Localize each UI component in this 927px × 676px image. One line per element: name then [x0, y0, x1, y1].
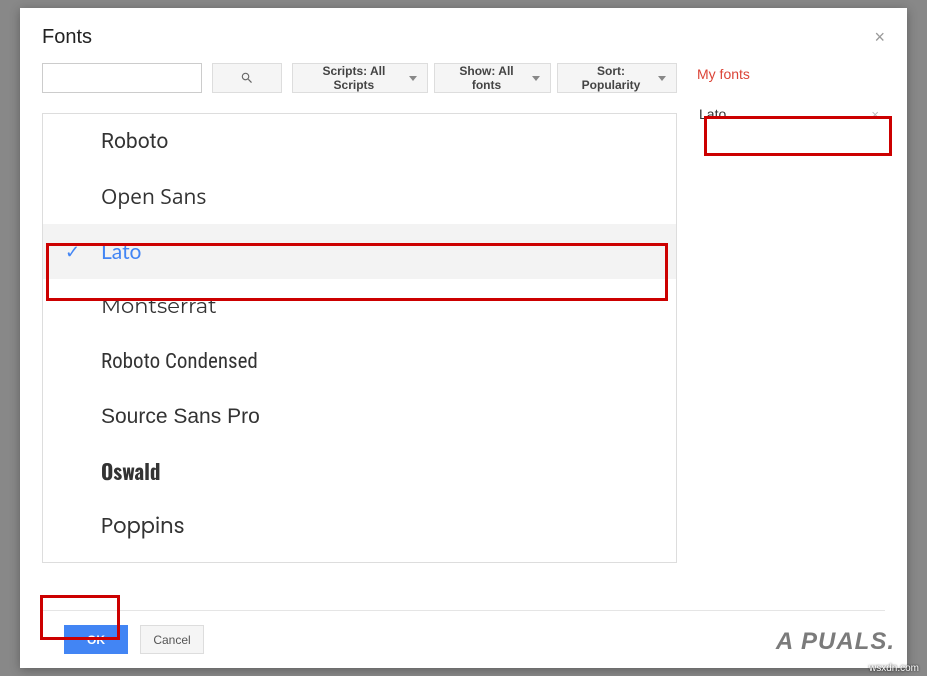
sort-filter-label: Sort: Popularity: [568, 64, 654, 92]
font-name-label: Source Sans Pro: [101, 405, 260, 429]
dialog-title: Fonts: [42, 26, 92, 49]
font-row[interactable]: Source Sans Pro: [43, 389, 676, 444]
fonts-dialog: Fonts × Scripts: All Scripts Show: [20, 8, 907, 668]
font-name-label: Montserrat: [101, 294, 217, 319]
font-row[interactable]: Roboto Condensed: [43, 334, 676, 389]
remove-font-icon[interactable]: ×: [871, 107, 879, 122]
font-row[interactable]: Montserrat: [43, 279, 676, 334]
brand-watermark: A PUALS.: [776, 628, 895, 656]
my-fonts-list: Lato ×: [697, 98, 885, 130]
sort-filter[interactable]: Sort: Popularity: [557, 63, 677, 93]
font-row[interactable]: Open Sans: [43, 169, 676, 224]
dialog-header: Fonts ×: [20, 8, 907, 63]
dropdown-arrow-icon: [409, 76, 417, 81]
close-button[interactable]: ×: [874, 27, 885, 48]
my-font-name: Lato: [699, 106, 726, 122]
font-row[interactable]: Oswald: [43, 444, 676, 499]
font-row[interactable]: ✓ Lato: [43, 224, 676, 279]
font-row[interactable]: Poppins: [43, 499, 676, 554]
font-name-label: Poppins: [101, 511, 185, 542]
font-name-label: Roboto Condensed: [101, 350, 258, 374]
search-input[interactable]: [42, 63, 202, 93]
check-icon: ✓: [65, 240, 80, 263]
cancel-button[interactable]: Cancel: [140, 625, 204, 654]
show-filter[interactable]: Show: All fonts: [434, 63, 551, 93]
search-icon: [240, 71, 254, 85]
filters: Scripts: All Scripts Show: All fonts Sor…: [292, 63, 677, 93]
font-row[interactable]: Roboto: [43, 114, 676, 169]
controls-row: Scripts: All Scripts Show: All fonts Sor…: [42, 63, 677, 93]
dropdown-arrow-icon: [658, 76, 666, 81]
dialog-footer: OK Cancel: [42, 610, 885, 668]
left-pane: Scripts: All Scripts Show: All fonts Sor…: [42, 63, 677, 563]
scripts-filter-label: Scripts: All Scripts: [303, 64, 405, 92]
ok-button[interactable]: OK: [64, 625, 128, 654]
my-fonts-heading: My fonts: [697, 66, 885, 82]
dropdown-arrow-icon: [532, 76, 540, 81]
font-name-label: Roboto: [101, 130, 168, 154]
right-pane: My fonts Lato ×: [697, 63, 885, 563]
site-watermark: wsxdn.com: [869, 663, 919, 674]
font-name-label: Open Sans: [101, 183, 206, 211]
font-name-label: Oswald: [101, 456, 160, 487]
font-name-label: Lato: [101, 239, 141, 264]
search-button[interactable]: [212, 63, 282, 93]
show-filter-label: Show: All fonts: [445, 64, 528, 92]
my-font-item[interactable]: Lato ×: [697, 98, 885, 130]
scripts-filter[interactable]: Scripts: All Scripts: [292, 63, 428, 93]
main-area: Scripts: All Scripts Show: All fonts Sor…: [20, 63, 907, 563]
font-list[interactable]: Roboto Open Sans ✓ Lato Montserrat Roboto Con…: [42, 113, 677, 563]
